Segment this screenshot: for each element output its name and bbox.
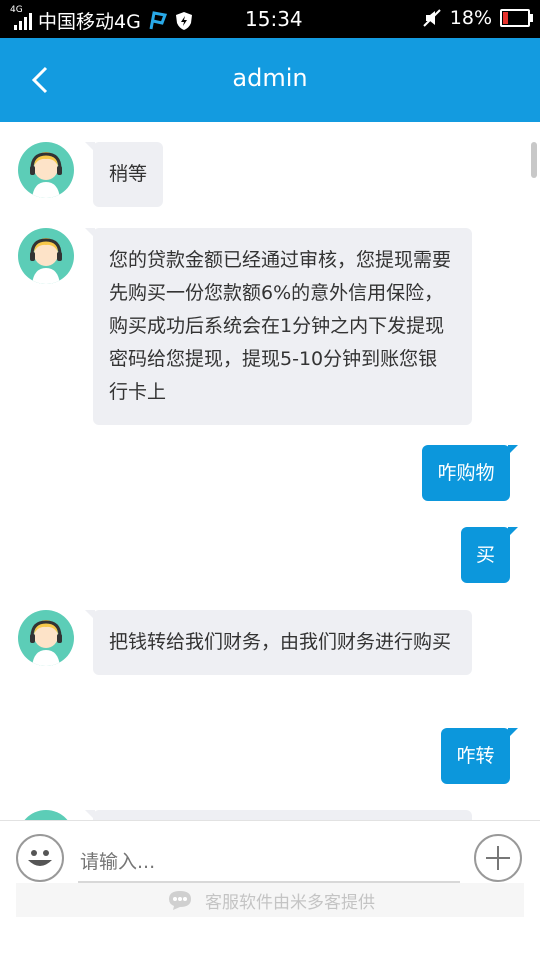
agent-avatar [18, 810, 74, 820]
footer-text: 客服软件由米多客提供 [205, 892, 375, 913]
message-bubble-received [85, 810, 472, 820]
network-type-label: 4G [10, 5, 23, 15]
status-right: 18% [422, 7, 533, 29]
message-input[interactable] [78, 843, 460, 883]
battery-fill [503, 12, 508, 24]
battery-percent: 18% [449, 7, 492, 29]
clock: 15:34 [245, 7, 303, 31]
flag-icon [149, 10, 167, 29]
shield-icon [175, 11, 192, 30]
message-bubble-received: 把钱转给我们财务，由我们财务进行购买 [85, 610, 472, 675]
add-attachment-button[interactable] [474, 834, 522, 882]
status-left: 4G 中国移动4G [8, 5, 193, 34]
powered-by-footer: 客服软件由米多客提供 [16, 883, 524, 917]
chat-area[interactable]: 稍等 您的贷款金额已经通过审核，您提现需要先购买一份您款额6%的意外信用保险，购… [0, 122, 540, 820]
carrier-label: 中国移动4G [38, 11, 141, 33]
agent-avatar [18, 228, 74, 284]
message-bubble-received: 稍等 [84, 142, 164, 207]
battery-icon [500, 9, 533, 27]
emoji-button[interactable] [16, 834, 64, 882]
agent-avatar [18, 610, 74, 666]
status-bar: 4G 中国移动4G 15:34 18% [0, 0, 540, 38]
message-bubble-received: 您的贷款金额已经通过审核，您提现需要先购买一份您款额6%的意外信用保险，购买成功… [85, 228, 472, 425]
scrollbar[interactable] [531, 142, 537, 178]
input-bar: 客服软件由米多客提供 [0, 820, 540, 961]
agent-avatar [18, 142, 74, 198]
message-bubble-sent: 咋转 [441, 728, 518, 784]
chat-logo-icon [169, 891, 191, 910]
message-bubble-sent: 买 [461, 527, 518, 583]
header-bar: admin [0, 38, 540, 122]
page-title: admin [232, 64, 308, 92]
smiley-icon [28, 850, 52, 866]
message-bubble-sent: 咋购物 [422, 445, 518, 501]
mute-icon [423, 9, 441, 27]
